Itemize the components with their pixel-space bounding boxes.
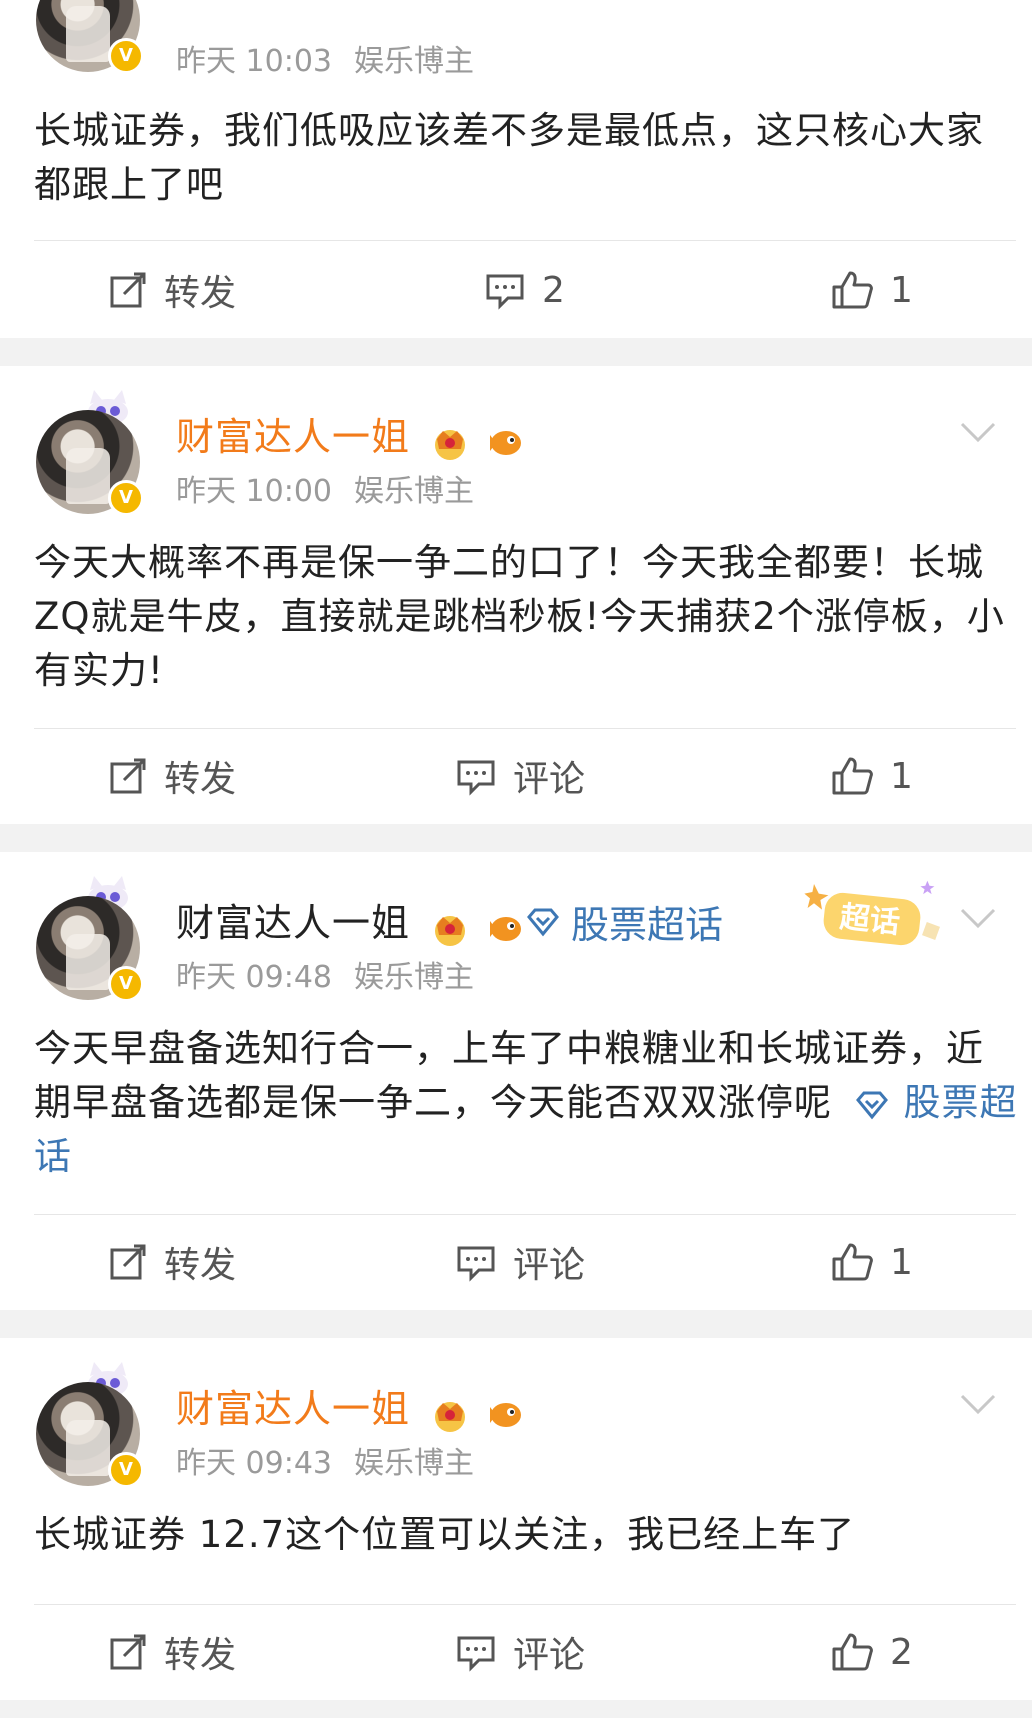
like-count: 2 <box>890 1631 913 1673</box>
crown-badge-icon <box>435 430 466 460</box>
post-source: 娱乐博主 <box>354 1446 474 1481</box>
author-name[interactable]: 财富达人一姐 <box>176 1378 528 1434</box>
repost-button[interactable]: 转发 <box>108 746 236 806</box>
comment-button[interactable]: 评论 <box>455 1622 585 1682</box>
repost-icon <box>110 1634 146 1670</box>
verified-v-icon: V <box>108 480 144 516</box>
divider <box>34 1604 1016 1605</box>
like-count: 1 <box>890 755 913 797</box>
repost-label: 转发 <box>164 1635 237 1676</box>
post-source: 娱乐博主 <box>354 960 474 995</box>
post-time: 昨天 09:48 <box>176 960 332 995</box>
avatar[interactable]: V <box>36 410 144 516</box>
post-text: 长城证券，我们低吸应该差不多是最低点，这只核心大家都跟上了吧 <box>34 109 984 206</box>
repost-icon <box>110 758 146 794</box>
repost-label: 转发 <box>164 1245 237 1286</box>
crown-badge-icon <box>435 1402 466 1432</box>
post-meta: 昨天 10:00 娱乐博主 <box>176 466 474 510</box>
supertopic-badge-icon[interactable]: 超话 <box>800 878 950 958</box>
like-count: 1 <box>890 269 913 311</box>
author-name[interactable]: 财富达人一姐 <box>176 892 528 948</box>
post-text: 今天早盘备选知行合一，上车了中粮糖业和长城证券，近期早盘备选都是保一争二，今天能… <box>34 1022 1019 1184</box>
post-time: 昨天 10:03 <box>176 44 332 79</box>
like-button[interactable]: 1 <box>830 260 913 320</box>
like-count: 1 <box>890 1241 913 1283</box>
fish-badge-icon <box>490 1403 522 1427</box>
comment-label: 评论 <box>513 1245 586 1286</box>
thumbs-up-icon <box>832 757 873 795</box>
post-actions: 转发 评论 2 <box>0 1622 1032 1682</box>
verified-v-icon: V <box>108 1452 144 1488</box>
repost-icon <box>110 1244 146 1280</box>
comment-button[interactable]: 评论 <box>455 746 585 806</box>
post-text: 今天大概率不再是保一争二的口了！今天我全都要！长城ZQ就是牛皮，直接就是跳档秒板… <box>34 541 1005 692</box>
post-source: 娱乐博主 <box>354 474 474 509</box>
supertopic-diamond-icon <box>855 1091 888 1119</box>
thumbs-up-icon <box>832 1633 873 1671</box>
post-source: 娱乐博主 <box>354 44 474 79</box>
post-meta: 昨天 10:03 娱乐博主 <box>176 36 474 80</box>
post-text-body: 今天早盘备选知行合一，上车了中粮糖业和长城证券，近期早盘备选都是保一争二，今天能… <box>34 1027 984 1124</box>
divider <box>34 1214 1016 1215</box>
comment-icon <box>457 1246 495 1282</box>
avatar[interactable]: V <box>36 1382 144 1488</box>
verified-v-icon: V <box>108 38 144 74</box>
post-actions: 转发 2 1 <box>0 260 1032 320</box>
repost-icon <box>110 272 146 308</box>
comment-icon <box>486 274 524 310</box>
post-actions: 转发 评论 1 <box>0 746 1032 806</box>
post-time: 昨天 10:00 <box>176 474 332 509</box>
repost-label: 转发 <box>164 759 237 800</box>
fish-badge-icon <box>490 917 522 941</box>
supertopic-diamond-icon <box>527 908 559 936</box>
avatar[interactable]: V <box>36 896 144 1002</box>
chevron-down-icon[interactable] <box>958 1392 998 1416</box>
like-button[interactable]: 1 <box>830 746 913 806</box>
author-name[interactable]: 财富达人一姐 <box>176 406 528 462</box>
weibo-feed: V 昨天 10:03 娱乐博主 长城证券，我们低吸应该差不多是最低点，这只核心大家… <box>0 0 1032 1718</box>
svg-text:超话: 超话 <box>838 900 901 941</box>
post-time: 昨天 09:43 <box>176 1446 332 1481</box>
divider <box>34 728 1016 729</box>
repost-button[interactable]: 转发 <box>108 1232 236 1292</box>
post-meta: 昨天 09:48 娱乐博主 <box>176 952 474 996</box>
chevron-down-icon[interactable] <box>958 420 998 444</box>
divider <box>34 240 1016 241</box>
post-card[interactable]: V 财富达人一姐 股票超话 超话 昨天 09:48 娱乐博主 今天早盘备选知行合一… <box>0 852 1032 1310</box>
post-card[interactable]: V 昨天 10:03 娱乐博主 长城证券，我们低吸应该差不多是最低点，这只核心大家… <box>0 0 1032 338</box>
repost-button[interactable]: 转发 <box>108 260 236 320</box>
comment-label: 评论 <box>513 759 586 800</box>
verified-v-icon: V <box>108 966 144 1002</box>
post-meta: 昨天 09:43 娱乐博主 <box>176 1438 474 1482</box>
fish-badge-icon <box>490 431 522 455</box>
repost-label: 转发 <box>164 273 237 314</box>
comment-button[interactable]: 2 <box>484 260 565 320</box>
thumbs-up-icon <box>832 271 873 309</box>
like-button[interactable]: 2 <box>830 1622 913 1682</box>
avatar[interactable]: V <box>36 0 144 74</box>
post-card[interactable]: V 财富达人一姐 昨天 09:43 娱乐博主 长城证券 12.7这个位置可以关注，… <box>0 1338 1032 1700</box>
comment-icon <box>457 760 495 796</box>
repost-button[interactable]: 转发 <box>108 1622 236 1682</box>
post-card[interactable]: V 财富达人一姐 昨天 10:00 娱乐博主 今天大概率不再是保一争二的口了！今天… <box>0 366 1032 824</box>
post-actions: 转发 评论 1 <box>0 1232 1032 1292</box>
comment-count: 2 <box>542 269 565 311</box>
crown-badge-icon <box>435 916 466 946</box>
comment-button[interactable]: 评论 <box>455 1232 585 1292</box>
thumbs-up-icon <box>832 1243 873 1281</box>
post-text: 长城证券 12.7这个位置可以关注，我已经上车了 <box>34 1513 856 1556</box>
supertopic-link[interactable]: 股票超话 <box>525 894 723 949</box>
like-button[interactable]: 1 <box>830 1232 913 1292</box>
comment-label: 评论 <box>513 1635 586 1676</box>
comment-icon <box>457 1636 495 1672</box>
chevron-down-icon[interactable] <box>958 906 998 930</box>
